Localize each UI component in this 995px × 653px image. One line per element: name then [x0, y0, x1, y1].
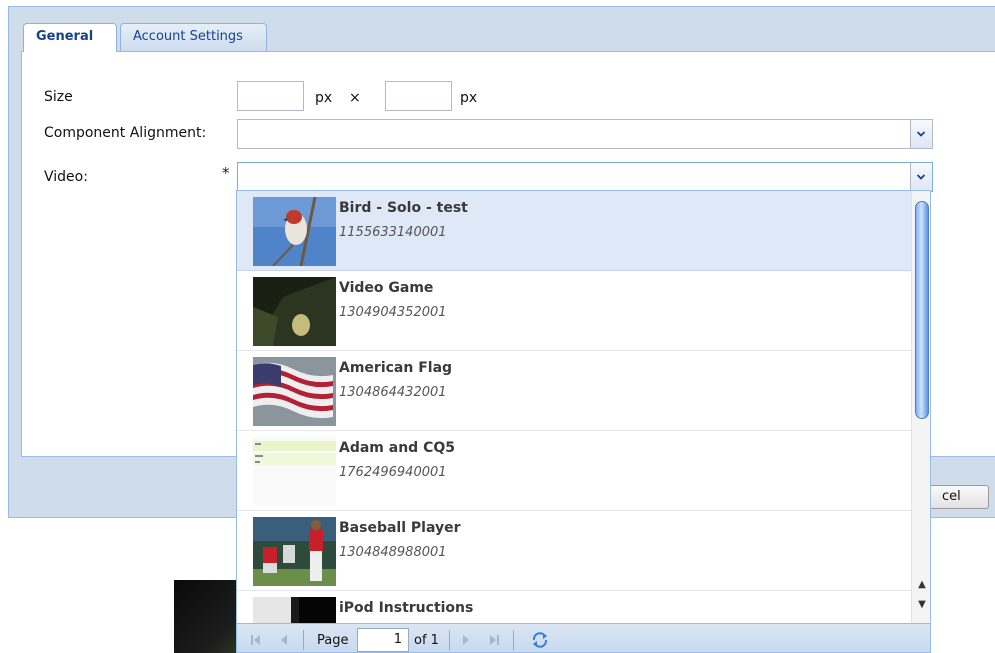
video-list: Bird - Solo - test 1155633140001 Video G… — [237, 191, 911, 623]
scroll-up-arrow-icon[interactable]: ▲ — [916, 579, 928, 591]
alignment-combo[interactable] — [237, 119, 933, 149]
times-symbol: × — [349, 90, 361, 106]
video-id: 1304848988001 — [339, 545, 447, 560]
video-title: Baseball Player — [339, 520, 461, 536]
video-thumbnail — [253, 197, 336, 266]
video-title: Bird - Solo - test — [339, 200, 468, 216]
first-page-icon[interactable] — [249, 633, 263, 647]
video-item-ipod-instructions[interactable]: iPod Instructions — [237, 591, 911, 623]
paging-toolbar: Page 1 of 1 — [237, 623, 930, 652]
video-thumbnail — [253, 437, 336, 506]
video-item-video-game[interactable]: Video Game 1304904352001 — [237, 271, 911, 351]
video-combo[interactable] — [237, 162, 933, 192]
toolbar-separator — [513, 630, 514, 650]
chevron-down-icon — [917, 131, 925, 137]
tab-general[interactable]: General — [23, 23, 117, 52]
video-title: Video Game — [339, 280, 434, 296]
next-page-icon[interactable] — [459, 633, 473, 647]
video-thumbnail — [253, 277, 336, 346]
page-number-input[interactable]: 1 — [357, 628, 409, 652]
height-input[interactable] — [385, 81, 452, 111]
toolbar-separator — [303, 630, 304, 650]
last-page-icon[interactable] — [487, 633, 501, 647]
video-thumbnail — [253, 357, 336, 426]
required-indicator: * — [222, 164, 230, 182]
video-title: American Flag — [339, 360, 453, 376]
cancel-button[interactable]: cel — [927, 485, 989, 509]
scrollbar-thumb[interactable] — [915, 201, 929, 419]
page-label: Page — [317, 633, 349, 648]
video-title: Adam and CQ5 — [339, 440, 455, 456]
video-dropdown-list: Bird - Solo - test 1155633140001 Video G… — [236, 190, 931, 653]
previous-page-icon[interactable] — [277, 633, 291, 647]
size-label: Size — [44, 89, 73, 105]
video-item-american-flag[interactable]: American Flag 1304864432001 — [237, 351, 911, 431]
height-unit: px — [460, 90, 478, 106]
tab-account-settings[interactable]: Account Settings — [120, 23, 267, 51]
video-label: Video: — [44, 169, 88, 185]
background-video-thumbnail — [174, 580, 244, 653]
video-id: 1304904352001 — [339, 305, 447, 320]
alignment-label: Component Alignment: — [44, 125, 207, 141]
video-item-bird[interactable]: Bird - Solo - test 1155633140001 — [237, 191, 911, 271]
video-thumbnail — [253, 597, 336, 623]
video-item-baseball-player[interactable]: Baseball Player 1304848988001 — [237, 511, 911, 591]
scroll-down-arrow-icon[interactable]: ▼ — [916, 599, 928, 611]
width-unit: px — [315, 90, 333, 106]
video-dropdown-button[interactable] — [910, 163, 932, 191]
video-title: iPod Instructions — [339, 600, 474, 616]
video-id: 1304864432001 — [339, 385, 447, 400]
video-id: 1762496940001 — [339, 465, 447, 480]
video-item-adam-and-cq5[interactable]: Adam and CQ5 1762496940001 — [237, 431, 911, 511]
video-thumbnail — [253, 517, 336, 586]
toolbar-separator — [449, 630, 450, 650]
page-count-label: of 1 — [414, 633, 439, 648]
list-scrollbar[interactable]: ▲ ▼ — [911, 191, 930, 623]
chevron-down-icon — [917, 174, 925, 180]
video-id: 1155633140001 — [339, 225, 447, 240]
refresh-icon[interactable] — [531, 631, 549, 649]
alignment-dropdown-button[interactable] — [910, 120, 932, 148]
width-input[interactable] — [237, 81, 304, 111]
